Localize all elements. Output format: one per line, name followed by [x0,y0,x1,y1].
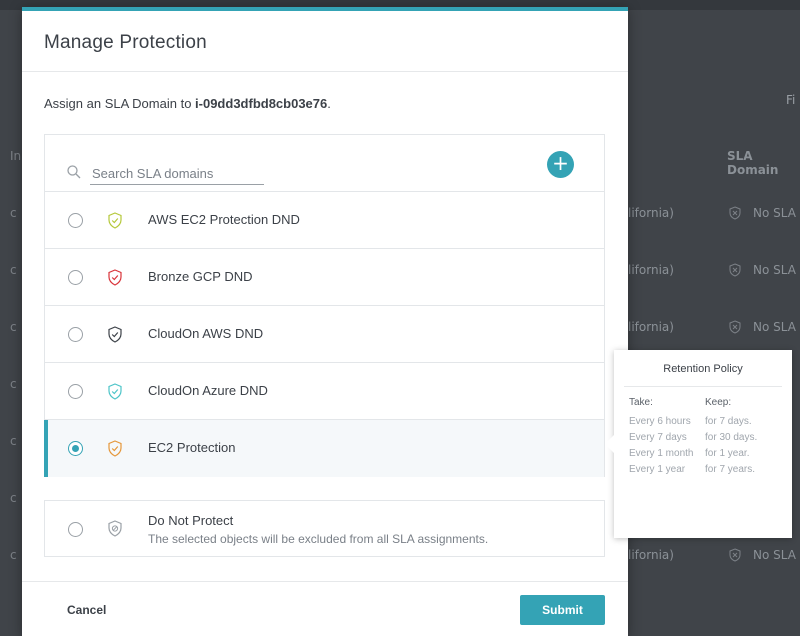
cancel-button[interactable]: Cancel [67,603,106,617]
assign-prefix: Assign an SLA Domain to [44,96,196,111]
no-sla-shield-icon [729,206,741,220]
take-value: Every 1 month [629,448,694,459]
background-row-left: c [10,206,17,220]
assign-instruction: Assign an SLA Domain to i-09dd3dfbd8cb03… [44,96,331,111]
retention-policy-popover: Retention Policy Take: Every 6 hours Eve… [605,350,792,538]
take-column: Take: Every 6 hours Every 7 days Every 1… [629,397,693,478]
search-row: + [45,135,604,192]
selected-indicator [44,420,48,477]
sla-radio[interactable] [68,270,83,285]
sla-item-ec2-protection[interactable]: EC2 Protection [44,420,604,477]
keep-value: for 1 year. [705,448,750,459]
background-row-region: lifornia) [628,206,674,220]
do-not-protect-subtitle: The selected objects will be excluded fr… [148,532,489,546]
keep-value: for 7 years. [705,464,756,475]
sla-radio[interactable] [68,327,83,342]
background-row-left: c [10,377,17,391]
footer-divider [22,581,628,582]
keep-header: Keep: [705,397,732,408]
background-column-header-left: In [10,149,22,163]
sla-item-bronze-gcp-dnd[interactable]: Bronze GCP DND [45,249,604,306]
retention-policy-title: Retention Policy [663,363,743,375]
sla-item-label: AWS EC2 Protection DND [148,212,300,227]
keep-value: for 30 days. [705,432,758,443]
background-sla-column-header: SLA Domain [727,149,779,177]
popover-arrow [605,435,614,453]
background-row-left: c [10,548,17,562]
background-row-left: c [10,491,17,505]
no-sla-shield-icon [729,548,741,562]
background-row-left: c [10,263,17,277]
background-row-sla: No SLA [753,548,796,562]
background-row-region: lifornia) [628,320,674,334]
manage-protection-dialog: Manage Protection Assign an SLA Domain t… [22,7,628,636]
take-value: Every 6 hours [629,416,691,427]
take-value: Every 7 days [629,432,687,443]
background-row-left: c [10,434,17,448]
sla-item-aws-ec2-protection-dnd[interactable]: AWS EC2 Protection DND [45,192,604,249]
do-not-protect-radio[interactable] [68,522,83,537]
assign-suffix: . [327,96,331,111]
sla-item-cloudon-azure-dnd[interactable]: CloudOn Azure DND [45,363,604,420]
plus-icon: + [552,151,569,175]
sla-item-cloudon-aws-dnd[interactable]: CloudOn AWS DND [45,306,604,363]
do-not-protect-option[interactable]: Do Not Protect The selected objects will… [44,500,605,557]
shield-check-icon [108,440,122,457]
sla-radio[interactable] [68,384,83,399]
do-not-protect-title: Do Not Protect [148,513,234,528]
shield-check-icon [108,212,122,229]
search-icon [67,165,81,179]
shield-check-icon [108,326,122,343]
sla-radio[interactable] [68,213,83,228]
keep-value: for 7 days. [705,416,752,427]
sla-item-label: CloudOn AWS DND [148,326,264,341]
take-value: Every 1 year [629,464,686,475]
title-divider [22,71,628,72]
search-sla-input[interactable] [90,163,264,185]
background-row-sla: No SLA [753,263,796,277]
no-sla-shield-icon [729,320,741,334]
no-sla-shield-icon [729,263,741,277]
sla-radio[interactable] [68,441,83,456]
dialog-title: Manage Protection [44,32,207,53]
shield-blocked-icon [108,520,122,537]
object-id: i-09dd3dfbd8cb03e76 [195,96,328,111]
take-header: Take: [629,397,653,408]
sla-item-label: EC2 Protection [148,440,236,455]
sla-item-label: Bronze GCP DND [148,269,253,284]
sla-domain-list: + AWS EC2 Protection DND Bronze GCP DND … [44,134,605,477]
keep-column: Keep: for 7 days. for 30 days. for 1 yea… [705,397,757,478]
background-row-sla: No SLA [753,320,796,334]
shield-check-icon [108,383,122,400]
background-filter-label: Fi [786,93,796,107]
background-row-region: lifornia) [628,263,674,277]
background-row-left: c [10,320,17,334]
sla-item-label: CloudOn Azure DND [148,383,268,398]
add-sla-domain-button[interactable]: + [547,151,574,178]
background-row-region: lifornia) [628,548,674,562]
shield-check-icon [108,269,122,286]
popover-divider [624,386,782,387]
background-row-sla: No SLA [753,206,796,220]
submit-button[interactable]: Submit [520,595,605,625]
